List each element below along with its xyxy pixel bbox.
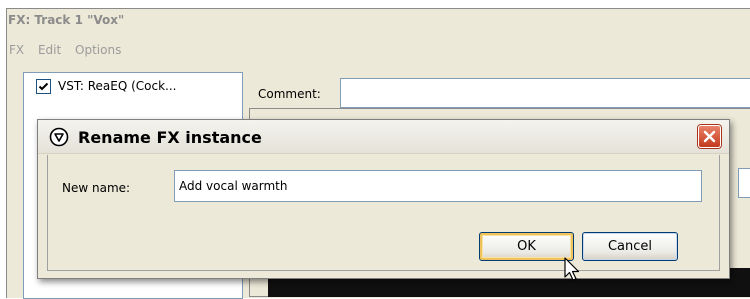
- fx-enable-checkbox[interactable]: [36, 78, 51, 94]
- rename-fx-dialog: Rename FX instance New name: OK Cancel: [37, 119, 730, 279]
- new-name-input[interactable]: [174, 170, 702, 202]
- fx-window-title: FX: Track 1 "Vox": [8, 13, 125, 27]
- mouse-cursor-icon: [564, 257, 580, 281]
- dialog-body: New name: OK Cancel: [47, 155, 720, 271]
- menu-edit[interactable]: Edit: [38, 43, 61, 57]
- close-button[interactable]: [698, 125, 721, 148]
- plugin-control[interactable]: [738, 168, 750, 198]
- fx-item-label: VST: ReaEQ (Cock...: [58, 79, 177, 93]
- menu-options[interactable]: Options: [75, 43, 121, 57]
- checkmark-icon: [38, 82, 49, 90]
- comment-label: Comment:: [258, 87, 321, 101]
- ok-button[interactable]: OK: [479, 232, 574, 261]
- close-icon: [703, 130, 716, 143]
- dialog-titlebar[interactable]: Rename FX instance: [38, 120, 729, 154]
- menu-fx[interactable]: FX: [9, 43, 24, 57]
- reaper-logo-icon: [49, 127, 69, 147]
- dialog-title: Rename FX instance: [78, 128, 262, 147]
- menubar: FX Edit Options: [9, 43, 131, 61]
- comment-input[interactable]: [340, 78, 750, 108]
- fx-list-item[interactable]: VST: ReaEQ (Cock...: [26, 75, 176, 97]
- new-name-label: New name:: [62, 181, 131, 195]
- cancel-button[interactable]: Cancel: [582, 232, 678, 261]
